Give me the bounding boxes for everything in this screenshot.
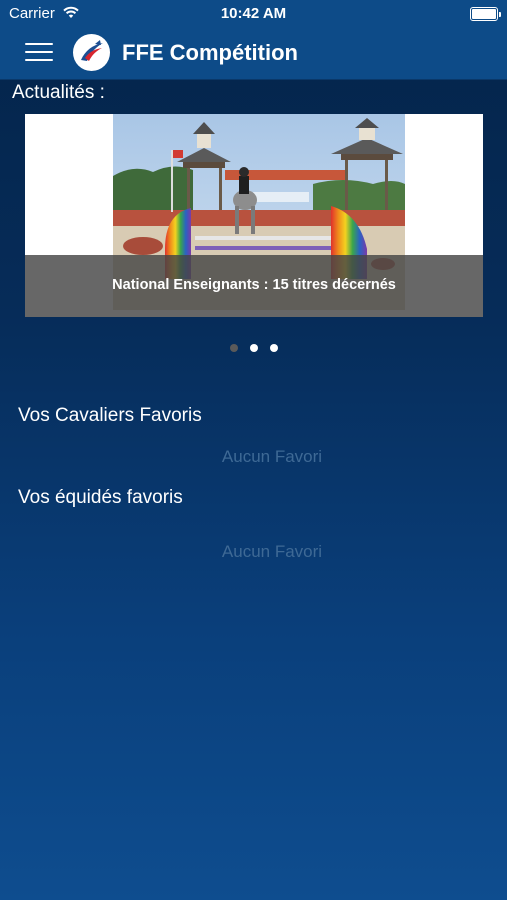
hamburger-menu-button[interactable]	[25, 42, 53, 62]
menu-line-icon	[25, 51, 53, 53]
news-carousel[interactable]: National Enseignants : 15 titres décerné…	[25, 114, 483, 317]
ffe-logo-icon	[73, 34, 110, 71]
page-dot-2[interactable]	[250, 344, 258, 352]
news-caption: National Enseignants : 15 titres décerné…	[112, 277, 396, 293]
page-dot-1[interactable]	[230, 344, 238, 352]
app-title: FFE Compétition	[122, 40, 298, 65]
status-bar: Carrier 10:42 AM	[0, 0, 507, 28]
menu-line-icon	[25, 59, 53, 61]
carousel-page-indicator[interactable]	[228, 344, 288, 354]
news-section-label: Actualités :	[12, 82, 105, 103]
nav-bar: FFE Compétition	[0, 28, 507, 80]
favorite-horses-empty: Aucun Favori	[221, 542, 323, 561]
favorite-riders-empty: Aucun Favori	[221, 447, 323, 466]
battery-icon	[470, 7, 501, 21]
favorite-riders-label: Vos Cavaliers Favoris	[18, 405, 202, 426]
page-dot-3[interactable]	[270, 344, 278, 352]
menu-line-icon	[25, 43, 53, 45]
favorite-horses-label: Vos équidés favoris	[18, 487, 183, 508]
status-time: 10:42 AM	[220, 5, 287, 22]
